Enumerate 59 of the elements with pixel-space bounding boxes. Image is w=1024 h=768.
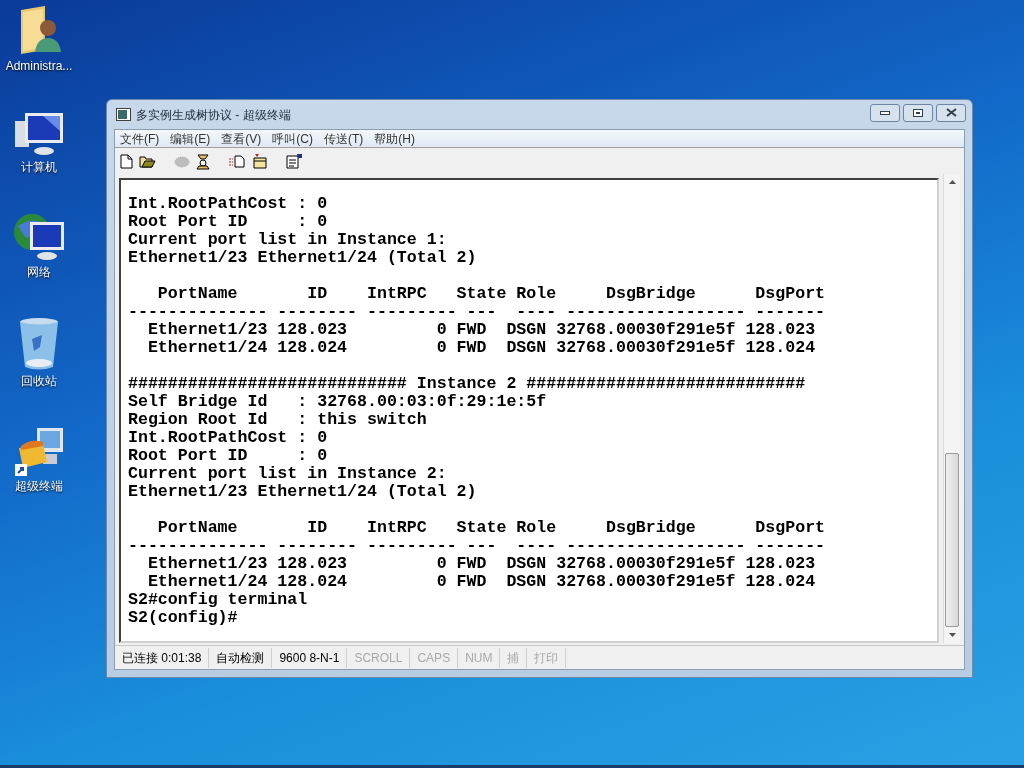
close-button[interactable] (936, 103, 966, 122)
terminal-line: Ethernet1/23 128.023 0 FWD DSGN 32768.00030f291e5f 128.023 (146, 555, 817, 573)
recycle-bin-icon (18, 317, 60, 371)
menu-item[interactable]: 查看(V) (221, 129, 262, 148)
terminal-line: -------------- -------- --------- --- ---- ------------------ ------- (128, 303, 827, 321)
menu-item[interactable]: 传送(T) (324, 129, 364, 148)
terminal-line: PortName ID IntRPC State Role DsgBridge DsgPort (156, 285, 827, 303)
terminal-line: S2(config)# (128, 609, 239, 627)
desktop-icon-label[interactable]: 计算机 (21, 160, 57, 174)
status-field: 已连接 0:01:38 (115, 647, 210, 668)
send-page-icon[interactable] (228, 154, 246, 168)
window-title: 多实例生成树协议 - 超级终端 (136, 106, 291, 124)
menu-item[interactable]: 帮助(H) (374, 129, 415, 148)
folder-icon[interactable] (252, 153, 268, 169)
terminal-line: Ethernet1/23 Ethernet1/24 (Total 2) (128, 249, 478, 267)
telephone-computer-icon (13, 426, 65, 476)
properties-icon[interactable] (286, 153, 303, 169)
terminal-line: ############################ Instance 2 ############################ (128, 375, 807, 393)
scrollbar-thumb[interactable] (945, 453, 959, 627)
terminal-line: Region Root Id : this switch (128, 411, 428, 429)
status-field: NUM (458, 647, 501, 668)
terminal-line: S2#config terminal (128, 591, 309, 609)
status-field: 9600 8-N-1 (272, 647, 348, 668)
terminal-line: Ethernet1/23 128.023 0 FWD DSGN 32768.00030f291e5f 128.023 (146, 321, 817, 339)
computer-icon (13, 111, 65, 157)
terminal-line: Current port list in Instance 2: (128, 465, 448, 483)
terminal-app-icon (116, 108, 131, 121)
terminal-line: PortName ID IntRPC State Role DsgBridge DsgPort (156, 519, 827, 537)
terminal-line: Int.RootPathCost : 0 (128, 429, 329, 447)
terminal-line: Self Bridge Id : 32768.00:03:0f:29:1e:5f (128, 393, 548, 411)
terminal-line: Ethernet1/23 Ethernet1/24 (Total 2) (128, 483, 478, 501)
desktop-icon-label[interactable]: 回收站 (21, 374, 57, 388)
desktop-icon-label[interactable]: 超级终端 (15, 479, 63, 493)
folder-icon[interactable] (139, 154, 156, 168)
maximize-button[interactable] (903, 103, 933, 122)
desktop-icon-label[interactable]: Administra... (5, 59, 73, 73)
terminal-line: Root Port ID : 0 (128, 447, 329, 465)
terminal-line: -------------- -------- --------- --- ---- ------------------ ------- (128, 537, 827, 555)
terminal-line: Int.RootPathCost : 0 (128, 195, 329, 213)
minimize-icon (880, 110, 890, 115)
menu-item[interactable]: 文件(F) (120, 129, 160, 148)
page-icon[interactable] (120, 153, 133, 169)
vertical-scrollbar[interactable] (943, 174, 960, 643)
restore-icon (913, 108, 923, 117)
terminal-line: Ethernet1/24 128.024 0 FWD DSGN 32768.00030f291e5f 128.024 (146, 339, 817, 357)
menu-item[interactable]: 呼叫(C) (272, 129, 313, 148)
terminal-line: Current port list in Instance 1: (128, 231, 448, 249)
status-field: SCROLL (347, 647, 411, 668)
status-field: CAPS (410, 647, 459, 668)
menu-item[interactable]: 编辑(E) (170, 129, 211, 148)
terminal-line: Ethernet1/24 128.024 0 FWD DSGN 32768.00030f291e5f 128.024 (146, 573, 817, 591)
close-icon (945, 108, 957, 117)
desktop-icon-label[interactable]: 网络 (27, 265, 51, 279)
status-field: 打印 (527, 647, 567, 668)
status-field: 捕 (500, 647, 528, 668)
minimize-button[interactable] (870, 103, 900, 122)
network-icon (12, 212, 66, 262)
status-field: 自动检测 (209, 647, 273, 668)
terminal-line: Root Port ID : 0 (128, 213, 329, 231)
